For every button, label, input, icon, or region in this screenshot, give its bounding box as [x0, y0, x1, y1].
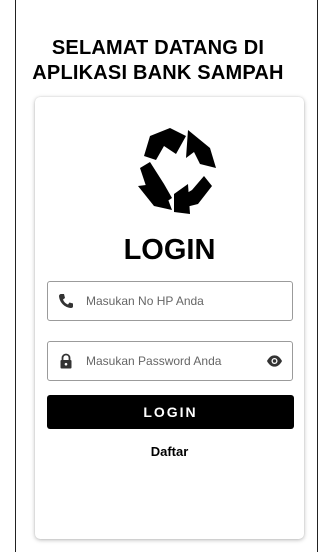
lock-icon — [60, 353, 72, 369]
password-input[interactable] — [86, 348, 256, 374]
register-link[interactable]: Daftar — [35, 444, 304, 459]
login-button[interactable]: LOGIN — [47, 395, 294, 429]
frame-left-border — [15, 0, 16, 552]
phone-icon — [59, 294, 73, 308]
password-field[interactable] — [47, 341, 293, 381]
eye-icon[interactable] — [266, 354, 283, 368]
phone-input[interactable] — [86, 288, 256, 314]
welcome-heading: SELAMAT DATANG DI APLIKASI BANK SAMPAH — [18, 36, 298, 86]
recycle-icon — [138, 128, 216, 214]
frame-right-border — [317, 0, 318, 552]
phone-field[interactable] — [47, 281, 293, 321]
welcome-line-1: SELAMAT DATANG DI — [51, 37, 265, 59]
welcome-line-2: APLIKASI BANK SAMPAH — [32, 62, 284, 84]
login-title: LOGIN — [123, 234, 216, 266]
